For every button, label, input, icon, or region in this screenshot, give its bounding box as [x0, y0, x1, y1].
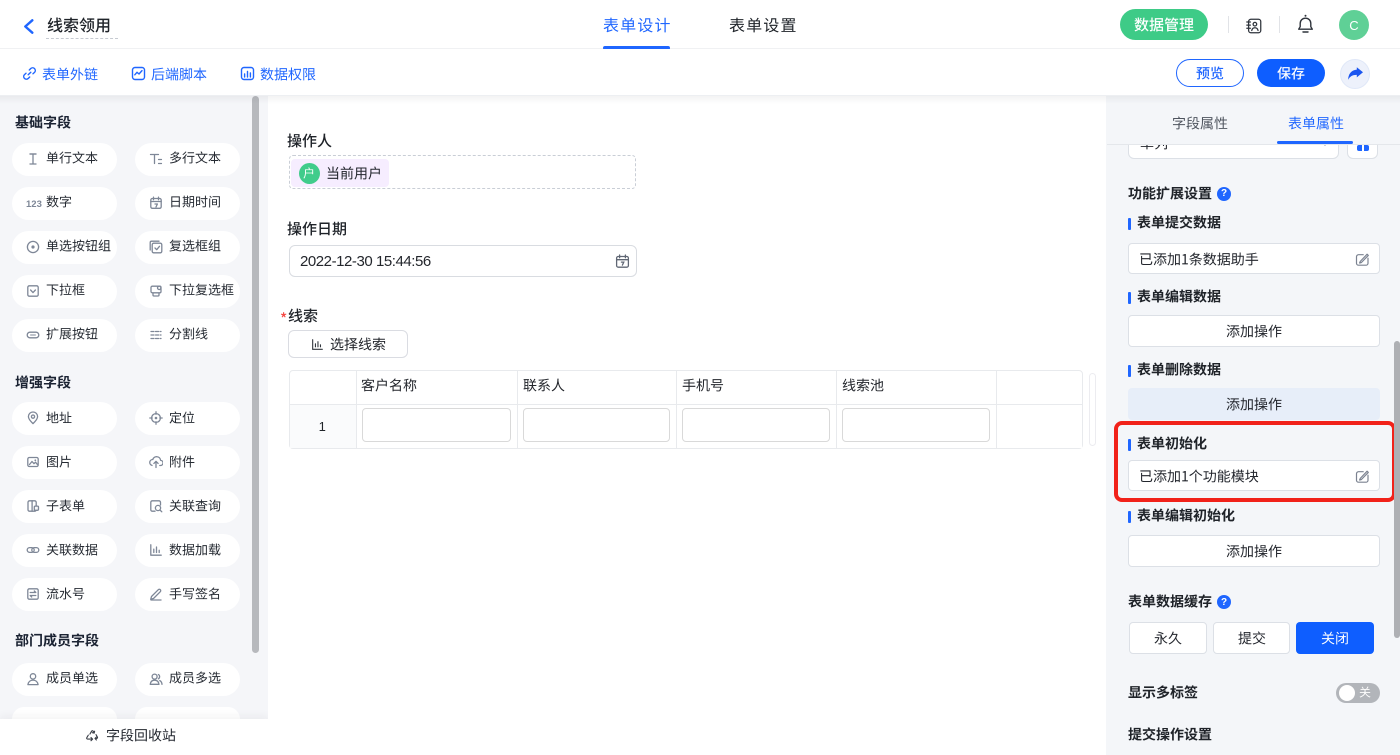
- svg-text:123: 123: [26, 199, 42, 210]
